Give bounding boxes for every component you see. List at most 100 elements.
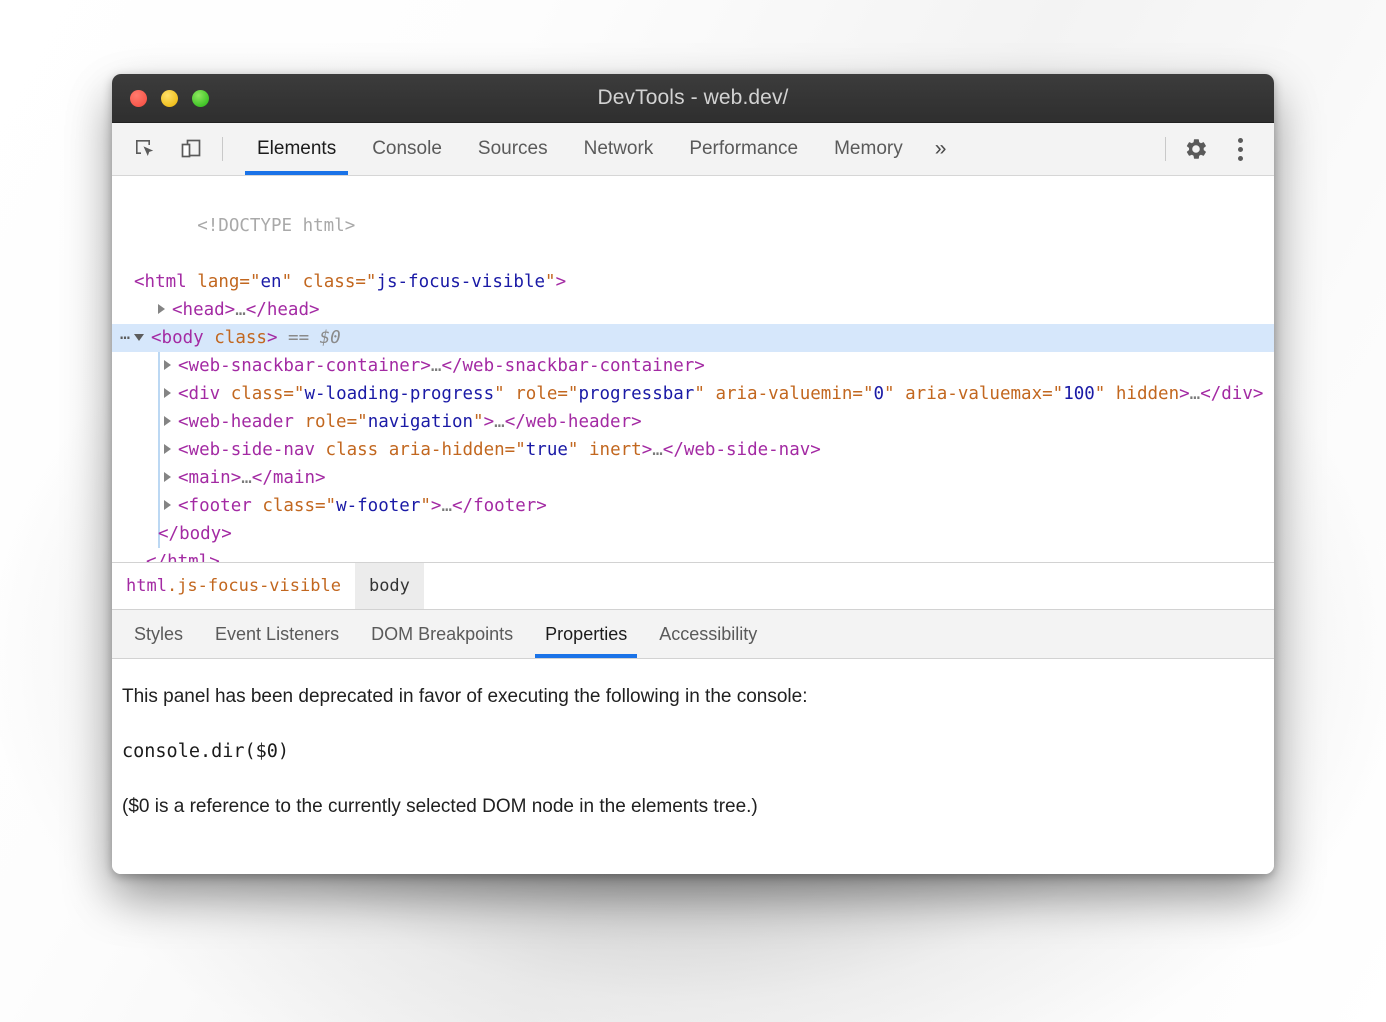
close-tag: </main> — [252, 468, 326, 488]
tab-memory[interactable]: Memory — [816, 123, 921, 175]
dom-node-body-close[interactable]: </body> — [112, 520, 1274, 548]
tagname: web-side-nav — [189, 440, 315, 460]
eq: = — [239, 272, 250, 292]
subtab-accessibility[interactable]: Accessibility — [643, 610, 773, 658]
attr-role-value: progressbar — [578, 384, 694, 404]
body-lt: < — [151, 328, 162, 348]
breadcrumb-body-tag: body — [369, 576, 410, 596]
elements-dom-tree[interactable]: <!DOCTYPE html> <html lang="en" class="j… — [112, 176, 1274, 563]
head-close-tag: </head> — [246, 300, 320, 320]
expand-arrow-icon[interactable] — [164, 500, 171, 510]
attr-class: class — [231, 384, 284, 404]
attr-role: role — [515, 384, 557, 404]
doctype-text: <!DOCTYPE html> — [197, 216, 355, 236]
console-command-snippet[interactable]: console.dir($0) — [122, 740, 1256, 764]
collapsed-ellipsis: … — [441, 496, 452, 516]
gear-icon[interactable] — [1174, 136, 1218, 162]
tabbar-right-icons — [1157, 123, 1274, 175]
tab-network[interactable]: Network — [566, 123, 672, 175]
sp — [292, 272, 303, 292]
html-attr-lang: lang — [197, 272, 239, 292]
tab-sources[interactable]: Sources — [460, 123, 566, 175]
subtab-event-listeners[interactable]: Event Listeners — [199, 610, 355, 658]
q: " — [545, 272, 556, 292]
head-open-tag: <head> — [172, 300, 235, 320]
body-gt: > — [267, 328, 278, 348]
device-toolbar-icon[interactable] — [168, 137, 214, 161]
subtab-styles[interactable]: Styles — [118, 610, 199, 658]
collapse-arrow-icon[interactable] — [134, 334, 144, 341]
minimize-button[interactable] — [161, 90, 178, 107]
expand-arrow-icon[interactable] — [158, 304, 165, 314]
tagname: main — [189, 468, 231, 488]
lt: < — [178, 356, 189, 376]
devtools-window: DevTools - web.dev/ Elements Console Sou… — [112, 74, 1274, 874]
dom-node-html-open[interactable]: <html lang="en" class="js-focus-visible"… — [112, 268, 1274, 296]
expand-arrow-icon[interactable] — [164, 472, 171, 482]
tagname: web-snackbar-container — [189, 356, 421, 376]
tagname: web-header — [189, 412, 294, 432]
devtools-tabbar: Elements Console Sources Network Perform… — [112, 123, 1274, 176]
body-close-tag: </body> — [158, 524, 232, 544]
attr-aria-valuemax: aria-valuemax — [905, 384, 1042, 404]
html-tagname: html — [145, 272, 187, 292]
window-titlebar: DevTools - web.dev/ — [112, 74, 1274, 123]
html-close-tag: </html> — [146, 552, 220, 563]
tab-performance[interactable]: Performance — [671, 123, 816, 175]
close-tag: </web-side-nav> — [663, 440, 821, 460]
dom-node-footer[interactable]: <footer class="w-footer">…</footer> — [112, 492, 1274, 520]
body-children-group: <web-snackbar-container>…</web-snackbar-… — [112, 352, 1274, 548]
expand-arrow-icon[interactable] — [164, 388, 171, 398]
q: " — [250, 272, 261, 292]
toolbar-divider-right — [1165, 137, 1166, 161]
dom-node-doctype[interactable]: <!DOCTYPE html> — [112, 184, 1274, 268]
dom-node-div-loading-progress[interactable]: <div class="w-loading-progress" role="pr… — [112, 380, 1274, 408]
more-tabs-chevron-icon[interactable]: » — [921, 123, 961, 175]
gt: > — [420, 356, 431, 376]
dom-node-body-selected[interactable]: ⋯<body class> == $0 — [112, 324, 1274, 352]
inspect-element-icon[interactable] — [122, 137, 168, 161]
gt: > — [484, 412, 495, 432]
attr-aria-valuemax-value: 100 — [1063, 384, 1095, 404]
tagname: div — [189, 384, 221, 404]
collapsed-ellipsis: … — [241, 468, 252, 488]
eq: = — [355, 272, 366, 292]
breadcrumb-item-body[interactable]: body — [355, 563, 424, 609]
lt: < — [178, 384, 189, 404]
expand-arrow-icon[interactable] — [164, 444, 171, 454]
dom-node-main[interactable]: <main>…</main> — [112, 464, 1274, 492]
body-attr-class: class — [214, 328, 267, 348]
gt: > — [1179, 384, 1190, 404]
collapsed-ellipsis: … — [652, 440, 663, 460]
close-tag: </div> — [1200, 384, 1263, 404]
properties-panel-content: This panel has been deprecated in favor … — [112, 659, 1274, 874]
attr-class-value: w-loading-progress — [304, 384, 494, 404]
body-tagname: body — [162, 328, 204, 348]
expand-arrow-icon[interactable] — [164, 416, 171, 426]
subtab-properties[interactable]: Properties — [529, 610, 643, 658]
tab-elements[interactable]: Elements — [239, 123, 354, 175]
tab-console[interactable]: Console — [354, 123, 460, 175]
maximize-button[interactable] — [192, 90, 209, 107]
dom-node-html-close[interactable]: </html> — [112, 548, 1274, 563]
html-gt: > — [556, 272, 567, 292]
breadcrumb-item-html[interactable]: html.js-focus-visible — [112, 563, 355, 609]
dom-node-web-header[interactable]: <web-header role="navigation">…</web-hea… — [112, 408, 1274, 436]
html-attr-class-value: js-focus-visible — [376, 272, 545, 292]
lt: < — [178, 440, 189, 460]
dom-node-web-side-nav[interactable]: <web-side-nav class aria-hidden="true" i… — [112, 436, 1274, 464]
attr-hidden: hidden — [1116, 384, 1179, 404]
subtab-dom-breakpoints[interactable]: DOM Breakpoints — [355, 610, 529, 658]
dom-breadcrumb: html.js-focus-visible body — [112, 563, 1274, 610]
html-lt: < — [134, 272, 145, 292]
attr-class: class — [326, 440, 379, 460]
dom-node-web-snackbar-container[interactable]: <web-snackbar-container>…</web-snackbar-… — [112, 352, 1274, 380]
dom-node-head[interactable]: <head>…</head> — [112, 296, 1274, 324]
attr-aria-valuemin: aria-valuemin — [715, 384, 852, 404]
node-badge-icon[interactable]: ⋯ — [120, 328, 131, 348]
traffic-light-group — [130, 90, 209, 107]
expand-arrow-icon[interactable] — [164, 360, 171, 370]
close-button[interactable] — [130, 90, 147, 107]
kebab-menu-icon[interactable] — [1218, 138, 1262, 161]
breadcrumb-html-class: .js-focus-visible — [167, 576, 341, 596]
